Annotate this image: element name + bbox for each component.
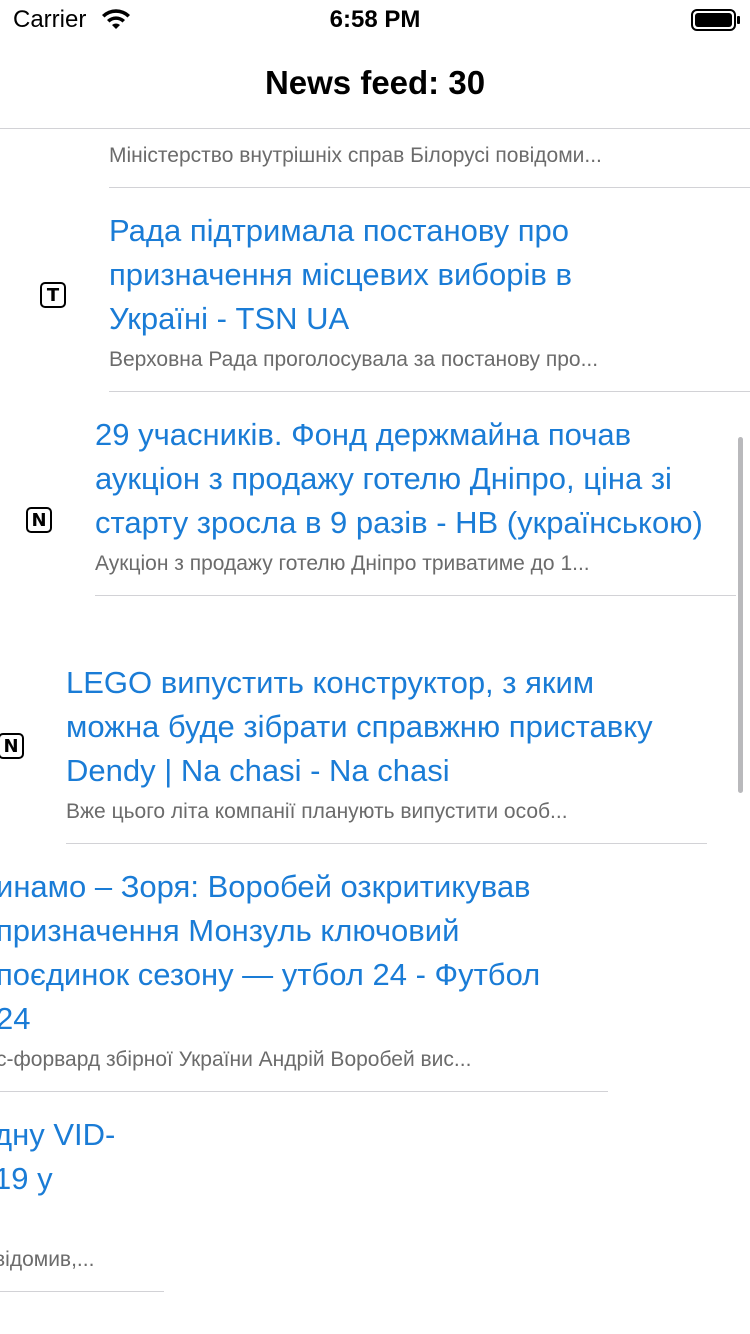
news-title[interactable]: дну VID-19 у bbox=[0, 1113, 134, 1201]
news-cell[interactable]: инамо – Зоря: Воробей озкритикував призн… bbox=[0, 865, 608, 1092]
news-feed-list[interactable]: Міністерство внутрішніх справ Білорусі п… bbox=[0, 129, 750, 1334]
cell-separator bbox=[0, 1091, 608, 1092]
news-cell[interactable]: Міністерство внутрішніх справ Білорусі п… bbox=[109, 129, 750, 188]
scroll-indicator[interactable] bbox=[738, 437, 743, 793]
news-cell[interactable]: Рада підтримала постанову про призначенн… bbox=[109, 209, 750, 392]
news-summary: Міністерство внутрішніх справ Білорусі п… bbox=[109, 144, 602, 167]
news-summary: Верховна Рада проголосувала за постанову… bbox=[109, 348, 599, 371]
status-bar: Carrier 6:58 PM bbox=[0, 0, 750, 40]
source-badge-icon: N bbox=[0, 733, 24, 759]
navigation-bar: News feed: 30 bbox=[0, 40, 750, 129]
news-summary: відомив,... bbox=[0, 1248, 95, 1271]
cell-separator bbox=[109, 391, 750, 392]
news-cell[interactable]: LEGO випустить конструктор, з яким можна… bbox=[66, 661, 707, 844]
cell-separator bbox=[109, 187, 750, 188]
battery-icon bbox=[691, 9, 740, 31]
news-cell[interactable]: дну VID-19 у відомив,... bbox=[0, 1113, 164, 1292]
news-summary: Аукціон з продажу готелю Дніпро триватим… bbox=[95, 552, 590, 575]
cell-separator bbox=[95, 595, 736, 596]
news-title[interactable]: Рада підтримала постанову про призначенн… bbox=[109, 209, 669, 341]
source-badge-icon: N bbox=[26, 507, 52, 533]
source-badge-icon: T bbox=[40, 282, 66, 308]
news-title[interactable]: LEGO випустить конструктор, з яким можна… bbox=[66, 661, 676, 793]
news-title[interactable]: 29 учасників. Фонд держмайна почав аукці… bbox=[95, 413, 710, 545]
clock: 6:58 PM bbox=[329, 6, 421, 33]
cell-separator bbox=[0, 1291, 164, 1292]
news-summary: с-форвард збірної України Андрій Воробей… bbox=[0, 1048, 472, 1071]
news-title[interactable]: инамо – Зоря: Воробей озкритикував призн… bbox=[0, 865, 576, 1041]
page-title: News feed: 30 bbox=[264, 64, 486, 101]
cell-separator bbox=[66, 843, 707, 844]
news-summary: Вже цього літа компанії планують випусти… bbox=[66, 800, 568, 823]
news-cell[interactable]: 29 учасників. Фонд держмайна почав аукці… bbox=[95, 413, 736, 596]
